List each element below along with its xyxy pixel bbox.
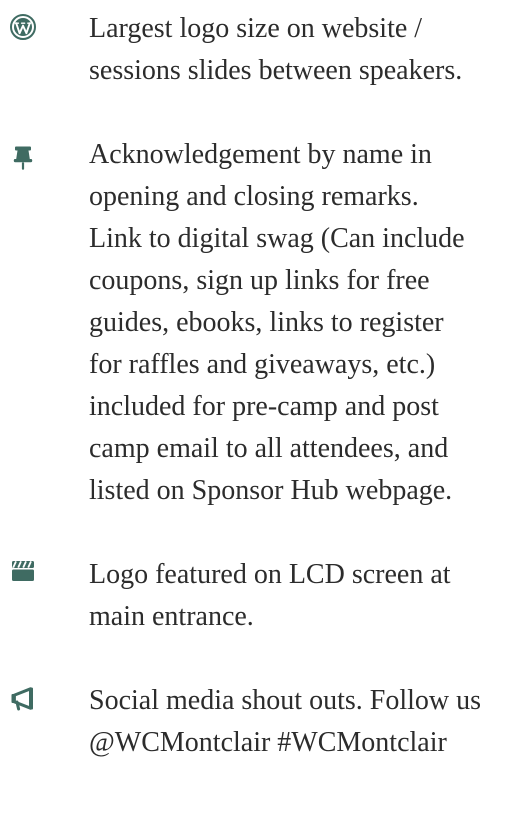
benefit-line: Largest logo size on website / (89, 13, 423, 44)
bullhorn-icon (10, 686, 36, 712)
benefit-line: for raffles and giveaways, etc.) (89, 349, 436, 380)
benefit-line: Acknowledgement by name in (89, 139, 432, 170)
wordpress-icon (10, 14, 36, 40)
benefit-line: @WCMontclair #WCMontclair (89, 727, 447, 758)
benefit-text: Logo featured on LCD screen at main entr… (89, 554, 532, 638)
benefit-line: Link to digital swag (Can include (89, 223, 465, 254)
benefit-line: camp email to all attendees, and (89, 433, 449, 464)
benefit-line: Social media shout outs. Follow us (89, 685, 481, 716)
benefit-text: Acknowledgement by name in opening and c… (89, 134, 532, 512)
benefit-line: Logo featured on LCD screen at (89, 559, 451, 590)
benefit-line: main entrance. (89, 601, 254, 632)
clapperboard-icon (10, 558, 36, 584)
benefit-line: guides, ebooks, links to register (89, 307, 444, 338)
benefit-line: listed on Sponsor Hub webpage. (89, 475, 453, 506)
benefit-text: Largest logo size on website / sessions … (89, 8, 532, 92)
benefit-line: sessions slides between speakers. (89, 55, 463, 86)
benefit-line: included for pre-camp and post (89, 391, 439, 422)
benefit-line: coupons, sign up links for free (89, 265, 430, 296)
benefit-line: opening and closing remarks. (89, 181, 419, 212)
benefit-text: Social media shout outs. Follow us @WCMo… (89, 680, 532, 764)
thumbtack-icon (10, 145, 36, 171)
